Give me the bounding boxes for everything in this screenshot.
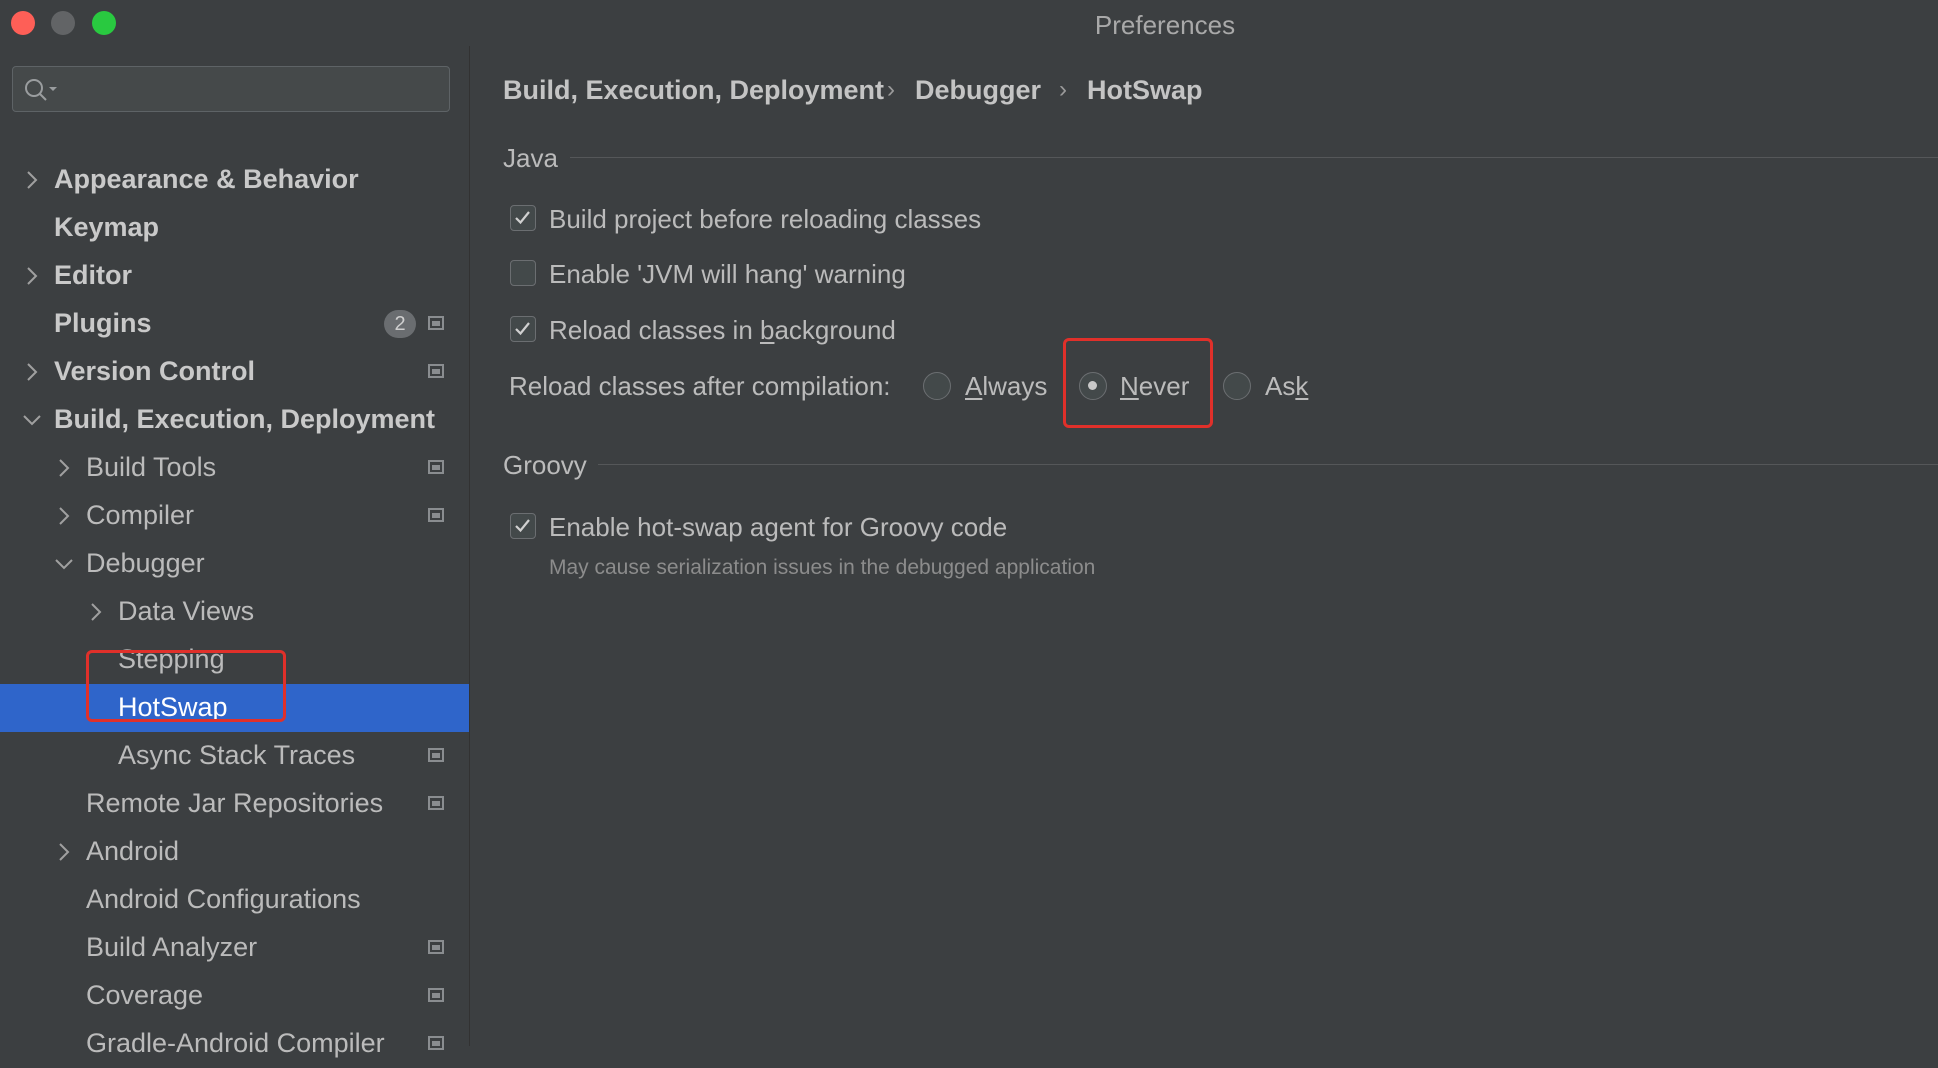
sidebar-item-remote-jar-repositories[interactable]: Remote Jar Repositories xyxy=(0,780,469,828)
sidebar-item-version-control[interactable]: Version Control xyxy=(0,348,469,396)
settings-sidebar: Appearance & Behavior Keymap Editor Plug… xyxy=(0,46,469,1058)
sidebar-item-build-tools[interactable]: Build Tools xyxy=(0,444,469,492)
label-text: Reload classes in xyxy=(549,315,760,345)
sidebar-item-keymap[interactable]: Keymap xyxy=(0,204,469,252)
project-settings-icon xyxy=(428,364,444,378)
project-settings-icon xyxy=(428,748,444,762)
sidebar-item-label: Remote Jar Repositories xyxy=(86,788,384,818)
sidebar-item-label: Keymap xyxy=(54,212,160,242)
build-before-reload-label[interactable]: Build project before reloading classes xyxy=(549,204,981,235)
sidebar-item-label: Build Tools xyxy=(86,452,217,482)
reload-ask-radio[interactable] xyxy=(1223,372,1251,400)
sidebar-item-label: Build, Execution, Deployment xyxy=(54,404,436,434)
project-settings-icon xyxy=(428,460,444,474)
reload-ask-label[interactable]: Ask xyxy=(1265,371,1308,402)
project-settings-icon xyxy=(428,316,444,330)
chevron-right-icon[interactable] xyxy=(52,504,76,528)
sidebar-item-android[interactable]: Android xyxy=(0,828,469,876)
sidebar-item-compiler[interactable]: Compiler xyxy=(0,492,469,540)
java-section-title: Java xyxy=(503,143,558,173)
checkmark-icon xyxy=(515,519,530,533)
sidebar-item-build-analyzer[interactable]: Build Analyzer xyxy=(0,924,469,972)
settings-content-pane: Build, Execution, Deployment › Debugger … xyxy=(469,46,1938,1046)
checkmark-icon xyxy=(515,211,530,225)
mnemonic-letter: A xyxy=(965,371,983,401)
project-settings-icon xyxy=(428,508,444,522)
sidebar-item-label: Data Views xyxy=(118,596,255,626)
sidebar-item-label: Android xyxy=(86,836,180,866)
breadcrumb-separator-icon: › xyxy=(887,76,895,103)
sidebar-item-label: Editor xyxy=(54,260,132,290)
chevron-right-icon[interactable] xyxy=(20,264,44,288)
breadcrumb-item[interactable]: Build, Execution, Deployment xyxy=(503,75,884,106)
project-settings-icon xyxy=(428,1036,444,1050)
chevron-right-icon[interactable] xyxy=(84,600,108,624)
sidebar-item-coverage[interactable]: Coverage xyxy=(0,972,469,1020)
groovy-section-title: Groovy xyxy=(503,450,587,480)
jvm-hang-warning-label[interactable]: Enable 'JVM will hang' warning xyxy=(549,259,906,290)
sidebar-item-editor[interactable]: Editor xyxy=(0,252,469,300)
reload-always-label[interactable]: Always xyxy=(965,371,1047,402)
search-input[interactable] xyxy=(12,66,450,112)
project-settings-icon xyxy=(428,940,444,954)
breadcrumb-item[interactable]: Debugger xyxy=(915,75,1041,106)
chevron-right-icon[interactable] xyxy=(52,456,76,480)
reload-in-background-checkbox[interactable] xyxy=(510,316,536,342)
build-before-reload-checkbox[interactable] xyxy=(510,205,536,231)
sidebar-item-label: Appearance & Behavior xyxy=(54,164,359,194)
chevron-right-icon[interactable] xyxy=(52,840,76,864)
sidebar-item-label: Android Configurations xyxy=(86,884,361,914)
java-section-divider xyxy=(570,157,1938,158)
search-icon xyxy=(25,79,57,101)
title-bar: Preferences xyxy=(0,0,1938,46)
project-settings-icon xyxy=(428,796,444,810)
chevron-right-icon[interactable] xyxy=(20,168,44,192)
groovy-hotswap-agent-label[interactable]: Enable hot-swap agent for Groovy code xyxy=(549,512,1007,543)
reload-always-radio[interactable] xyxy=(923,372,951,400)
sidebar-item-async-stack-traces[interactable]: Async Stack Traces xyxy=(0,732,469,780)
mnemonic-letter: b xyxy=(760,315,775,345)
sidebar-item-label: Version Control xyxy=(54,356,256,386)
chevron-right-icon[interactable] xyxy=(20,360,44,384)
groovy-hotswap-agent-checkbox[interactable] xyxy=(510,513,536,539)
sidebar-item-label: Gradle-Android Compiler xyxy=(86,1028,385,1058)
chevron-down-icon[interactable] xyxy=(52,552,76,576)
label-text: ackground xyxy=(774,315,896,345)
sidebar-item-debugger[interactable]: Debugger xyxy=(0,540,469,588)
reload-in-background-label[interactable]: Reload classes in background xyxy=(549,315,896,346)
plugins-update-badge: 2 xyxy=(384,310,416,338)
groovy-section-divider xyxy=(598,464,1938,465)
reload-after-compilation-label: Reload classes after compilation: xyxy=(509,371,891,401)
hotswap-highlight-annotation xyxy=(86,650,286,722)
never-option-highlight-annotation xyxy=(1063,338,1213,428)
sidebar-item-label: Debugger xyxy=(86,548,205,578)
sidebar-item-android-configurations[interactable]: Android Configurations xyxy=(0,876,469,924)
sidebar-item-gradle-android-compiler[interactable]: Gradle-Android Compiler xyxy=(0,1020,469,1068)
sidebar-item-label: Build Analyzer xyxy=(86,932,258,962)
breadcrumb-separator-icon: › xyxy=(1059,76,1067,103)
label-text: As xyxy=(1265,371,1296,401)
label-text: lways xyxy=(982,371,1048,401)
sidebar-item-build-execution-deployment[interactable]: Build, Execution, Deployment xyxy=(0,396,469,444)
jvm-hang-warning-checkbox[interactable] xyxy=(510,260,536,286)
window-title: Preferences xyxy=(1094,10,1236,40)
sidebar-item-label: Coverage xyxy=(86,980,204,1010)
sidebar-item-appearance-behavior[interactable]: Appearance & Behavior xyxy=(0,156,469,204)
breadcrumb-item: HotSwap xyxy=(1087,75,1203,105)
sidebar-item-plugins[interactable]: Plugins 2 xyxy=(0,300,469,348)
groovy-hotswap-hint: May cause serialization issues in the de… xyxy=(549,556,1096,579)
sidebar-item-label: Compiler xyxy=(86,500,195,530)
chevron-down-icon[interactable] xyxy=(20,408,44,432)
project-settings-icon xyxy=(428,988,444,1002)
sidebar-item-label: Plugins xyxy=(54,308,152,338)
sidebar-item-data-views[interactable]: Data Views xyxy=(0,588,469,636)
mnemonic-letter: k xyxy=(1295,371,1309,401)
sidebar-item-label: Async Stack Traces xyxy=(118,740,356,770)
checkmark-icon xyxy=(515,322,530,336)
